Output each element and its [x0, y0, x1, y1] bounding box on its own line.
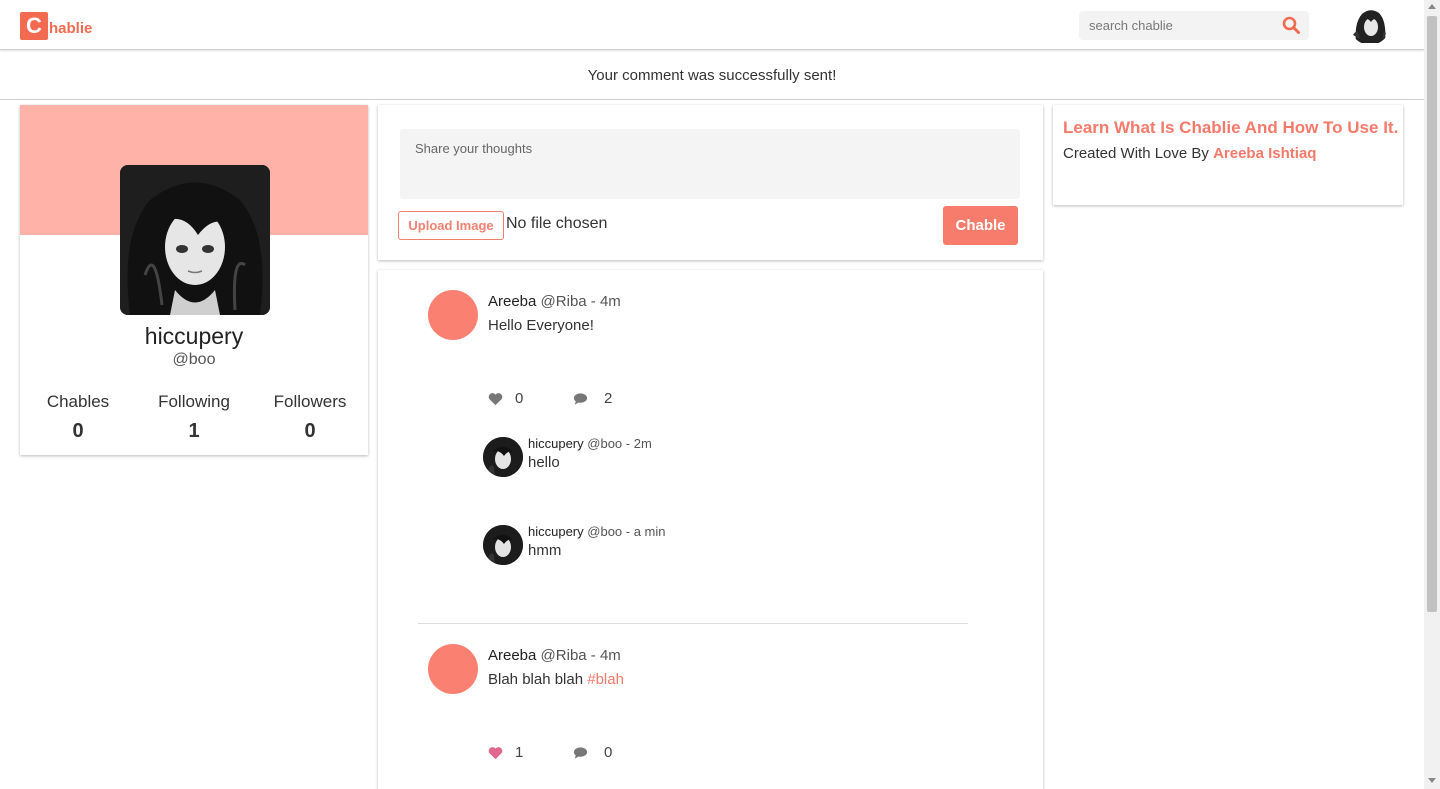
like-count: 1: [515, 744, 524, 761]
like-button[interactable]: 1: [488, 744, 523, 761]
upload-image-button[interactable]: Upload Image: [398, 211, 504, 240]
compose-textarea[interactable]: [400, 129, 1020, 199]
comment-author[interactable]: hiccupery: [528, 436, 584, 451]
comment-time: - a min: [622, 524, 666, 539]
post-meta: Areeba @Riba - 4m: [488, 293, 621, 310]
comment-text: hmm: [528, 542, 562, 559]
chable-submit-button[interactable]: Chable: [943, 206, 1018, 245]
comment-meta: hiccupery @boo - 2m: [528, 436, 652, 451]
like-count: 0: [515, 390, 524, 407]
scroll-up-arrow-icon[interactable]: [1428, 4, 1436, 9]
post-time: - 4m: [586, 293, 621, 310]
logo-mark: C: [20, 12, 48, 40]
profile-handle: @boo: [172, 351, 216, 368]
post-avatar[interactable]: [428, 644, 478, 694]
post-author[interactable]: Areeba: [488, 293, 536, 310]
stat-label: Followers: [273, 392, 347, 411]
scroll-thumb[interactable]: [1427, 16, 1437, 612]
post-avatar[interactable]: [428, 290, 478, 340]
comment-handle[interactable]: @boo: [587, 524, 622, 539]
stat-value: 0: [304, 420, 316, 442]
comment-text: hello: [528, 454, 560, 471]
author-link[interactable]: Areeba Ishtiaq: [1213, 145, 1316, 162]
stat-label: Following: [158, 392, 230, 411]
post-meta: Areeba @Riba - 4m: [488, 647, 621, 664]
feed-card: Areeba @Riba - 4m Hello Everyone! 0 2 hi…: [378, 270, 1043, 789]
comment-time: - 2m: [622, 436, 652, 451]
post-text: Hello Everyone!: [488, 317, 594, 334]
info-subtitle: Created With Love By Areeba Ishtiaq: [1063, 145, 1316, 162]
search-input[interactable]: [1089, 18, 1269, 33]
post-divider: [418, 623, 968, 624]
like-button[interactable]: 0: [488, 390, 523, 407]
info-card: Learn What Is Chablie And How To Use It.…: [1053, 105, 1403, 205]
info-prefix: Created With Love By: [1063, 145, 1214, 162]
comment-handle[interactable]: @boo: [587, 436, 622, 451]
profile-card: hiccupery @boo Chables 0 Following 1 Fol…: [20, 105, 368, 455]
post-text-body: Blah blah blah: [488, 671, 588, 688]
comment-author[interactable]: hiccupery: [528, 524, 584, 539]
stat-following[interactable]: Following 1: [139, 392, 249, 443]
post-handle[interactable]: @Riba: [541, 647, 587, 664]
heart-icon: [488, 392, 503, 405]
info-link[interactable]: Learn What Is Chablie And How To Use It.: [1063, 118, 1398, 138]
stat-value: 0: [72, 420, 84, 442]
heart-icon: [488, 746, 503, 759]
page-scrollbar[interactable]: [1424, 0, 1440, 789]
comment-count: 0: [604, 744, 613, 761]
comment-avatar[interactable]: [483, 525, 523, 565]
stat-followers[interactable]: Followers 0: [255, 392, 365, 443]
comment-avatar[interactable]: [483, 437, 523, 477]
search-icon[interactable]: [1282, 16, 1300, 34]
comment-button[interactable]: 0: [573, 744, 612, 761]
comment-icon: [573, 392, 588, 405]
chablie-logo[interactable]: C hablie: [20, 12, 92, 40]
scroll-down-arrow-icon[interactable]: [1428, 778, 1436, 783]
post-author[interactable]: Areeba: [488, 647, 536, 664]
profile-picture[interactable]: [120, 165, 270, 315]
stat-label: Chables: [46, 392, 110, 411]
comment-icon: [573, 746, 588, 759]
compose-card: Upload Image No file chosen Chable: [378, 105, 1043, 260]
profile-name: hiccupery: [144, 323, 244, 349]
post-text: Blah blah blah #blah: [488, 671, 624, 688]
user-avatar[interactable]: [1350, 5, 1390, 45]
post-time: - 4m: [586, 647, 621, 664]
stat-value: 1: [188, 420, 200, 442]
comment-meta: hiccupery @boo - a min: [528, 524, 666, 539]
comment-button[interactable]: 2: [573, 390, 612, 407]
comment-count: 2: [604, 390, 613, 407]
logo-text: hablie: [49, 19, 93, 37]
post-handle[interactable]: @Riba: [541, 293, 587, 310]
search-bar: [1079, 11, 1309, 40]
top-navbar: C hablie: [0, 0, 1424, 50]
file-status: No file chosen: [506, 215, 608, 232]
flash-message: Your comment was successfully sent!: [0, 51, 1424, 100]
stat-chables[interactable]: Chables 0: [23, 392, 133, 443]
hashtag-link[interactable]: #blah: [587, 671, 624, 688]
